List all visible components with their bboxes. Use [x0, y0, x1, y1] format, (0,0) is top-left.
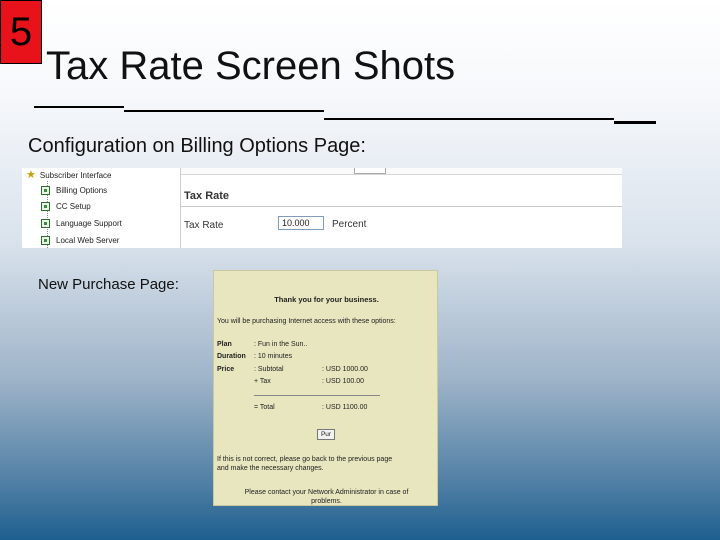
slide-title: Tax Rate Screen Shots: [46, 44, 456, 88]
slide-number: 5: [0, 0, 42, 64]
total-divider: [254, 395, 380, 396]
price-label: Price: [217, 366, 235, 373]
duration-value: : 10 minutes: [254, 353, 293, 360]
thanks-message: Thank you for your business.: [274, 295, 379, 304]
purchase-button[interactable]: Pur: [317, 429, 335, 440]
tree-item-label: Billing Options: [56, 186, 108, 195]
new-purchase-screenshot: Thank you for your business. You will be…: [213, 270, 438, 506]
correction-note: If this is not correct, please go back t…: [217, 455, 392, 473]
intro-text: You will be purchasing Internet access w…: [217, 318, 396, 325]
total-label: = Total: [254, 404, 275, 411]
page-icon: [41, 202, 50, 211]
tree-item-language-support[interactable]: Language Support: [41, 219, 122, 228]
tree-item-label: Subscriber Interface: [39, 171, 112, 180]
star-icon: ★: [26, 169, 36, 181]
plan-value: : Fun in the Sun..: [254, 341, 308, 348]
subtotal-label: : Subtotal: [254, 366, 284, 373]
title-underline: [614, 121, 656, 124]
tax-rate-label: Tax Rate: [184, 220, 224, 231]
title-underline: [124, 110, 324, 112]
tree-item-label: CC Setup: [56, 202, 91, 211]
tree-item-label: Local Web Server: [56, 236, 120, 245]
tree-item-subscriber-interface[interactable]: ★ Subscriber Interface: [26, 169, 112, 181]
note-line: and make the necessary changes.: [217, 465, 324, 472]
page-icon: [41, 236, 50, 245]
billing-options-screenshot: ★ Subscriber Interface Billing Options C…: [22, 168, 622, 248]
tax-rate-input[interactable]: 10.000: [278, 216, 324, 230]
top-strip: [181, 168, 622, 175]
tree-item-cc-setup[interactable]: CC Setup: [41, 202, 91, 211]
page-icon: [41, 186, 50, 195]
total-value: : USD 1100.00: [322, 404, 368, 411]
note-line: If this is not correct, please go back t…: [217, 456, 393, 463]
duration-label: Duration: [217, 353, 246, 360]
contact-line: problems.: [311, 498, 342, 505]
divider: [181, 206, 622, 207]
billing-section-label: Configuration on Billing Options Page:: [28, 135, 366, 157]
tree-item-label: Language Support: [56, 219, 122, 228]
tax-rate-unit: Percent: [332, 219, 367, 230]
contact-line: Please contact your Network Administrato…: [244, 489, 409, 496]
title-underline: [324, 118, 614, 120]
purchase-section-label: New Purchase Page:: [38, 276, 179, 293]
subtotal-value: : USD 1000.00: [322, 366, 368, 373]
tax-value: : USD 100.00: [322, 378, 365, 385]
tree-item-local-web-server[interactable]: Local Web Server: [41, 236, 119, 245]
plan-label: Plan: [217, 341, 232, 348]
contact-note: Please contact your Network Administrato…: [214, 488, 437, 505]
top-field: [354, 168, 386, 174]
title-underline: [34, 106, 124, 108]
navigation-tree: ★ Subscriber Interface Billing Options C…: [22, 168, 181, 248]
tax-label: + Tax: [254, 378, 271, 385]
page-icon: [41, 219, 50, 228]
tax-rate-heading: Tax Rate: [184, 190, 230, 202]
tree-item-billing-options[interactable]: Billing Options: [41, 186, 107, 195]
